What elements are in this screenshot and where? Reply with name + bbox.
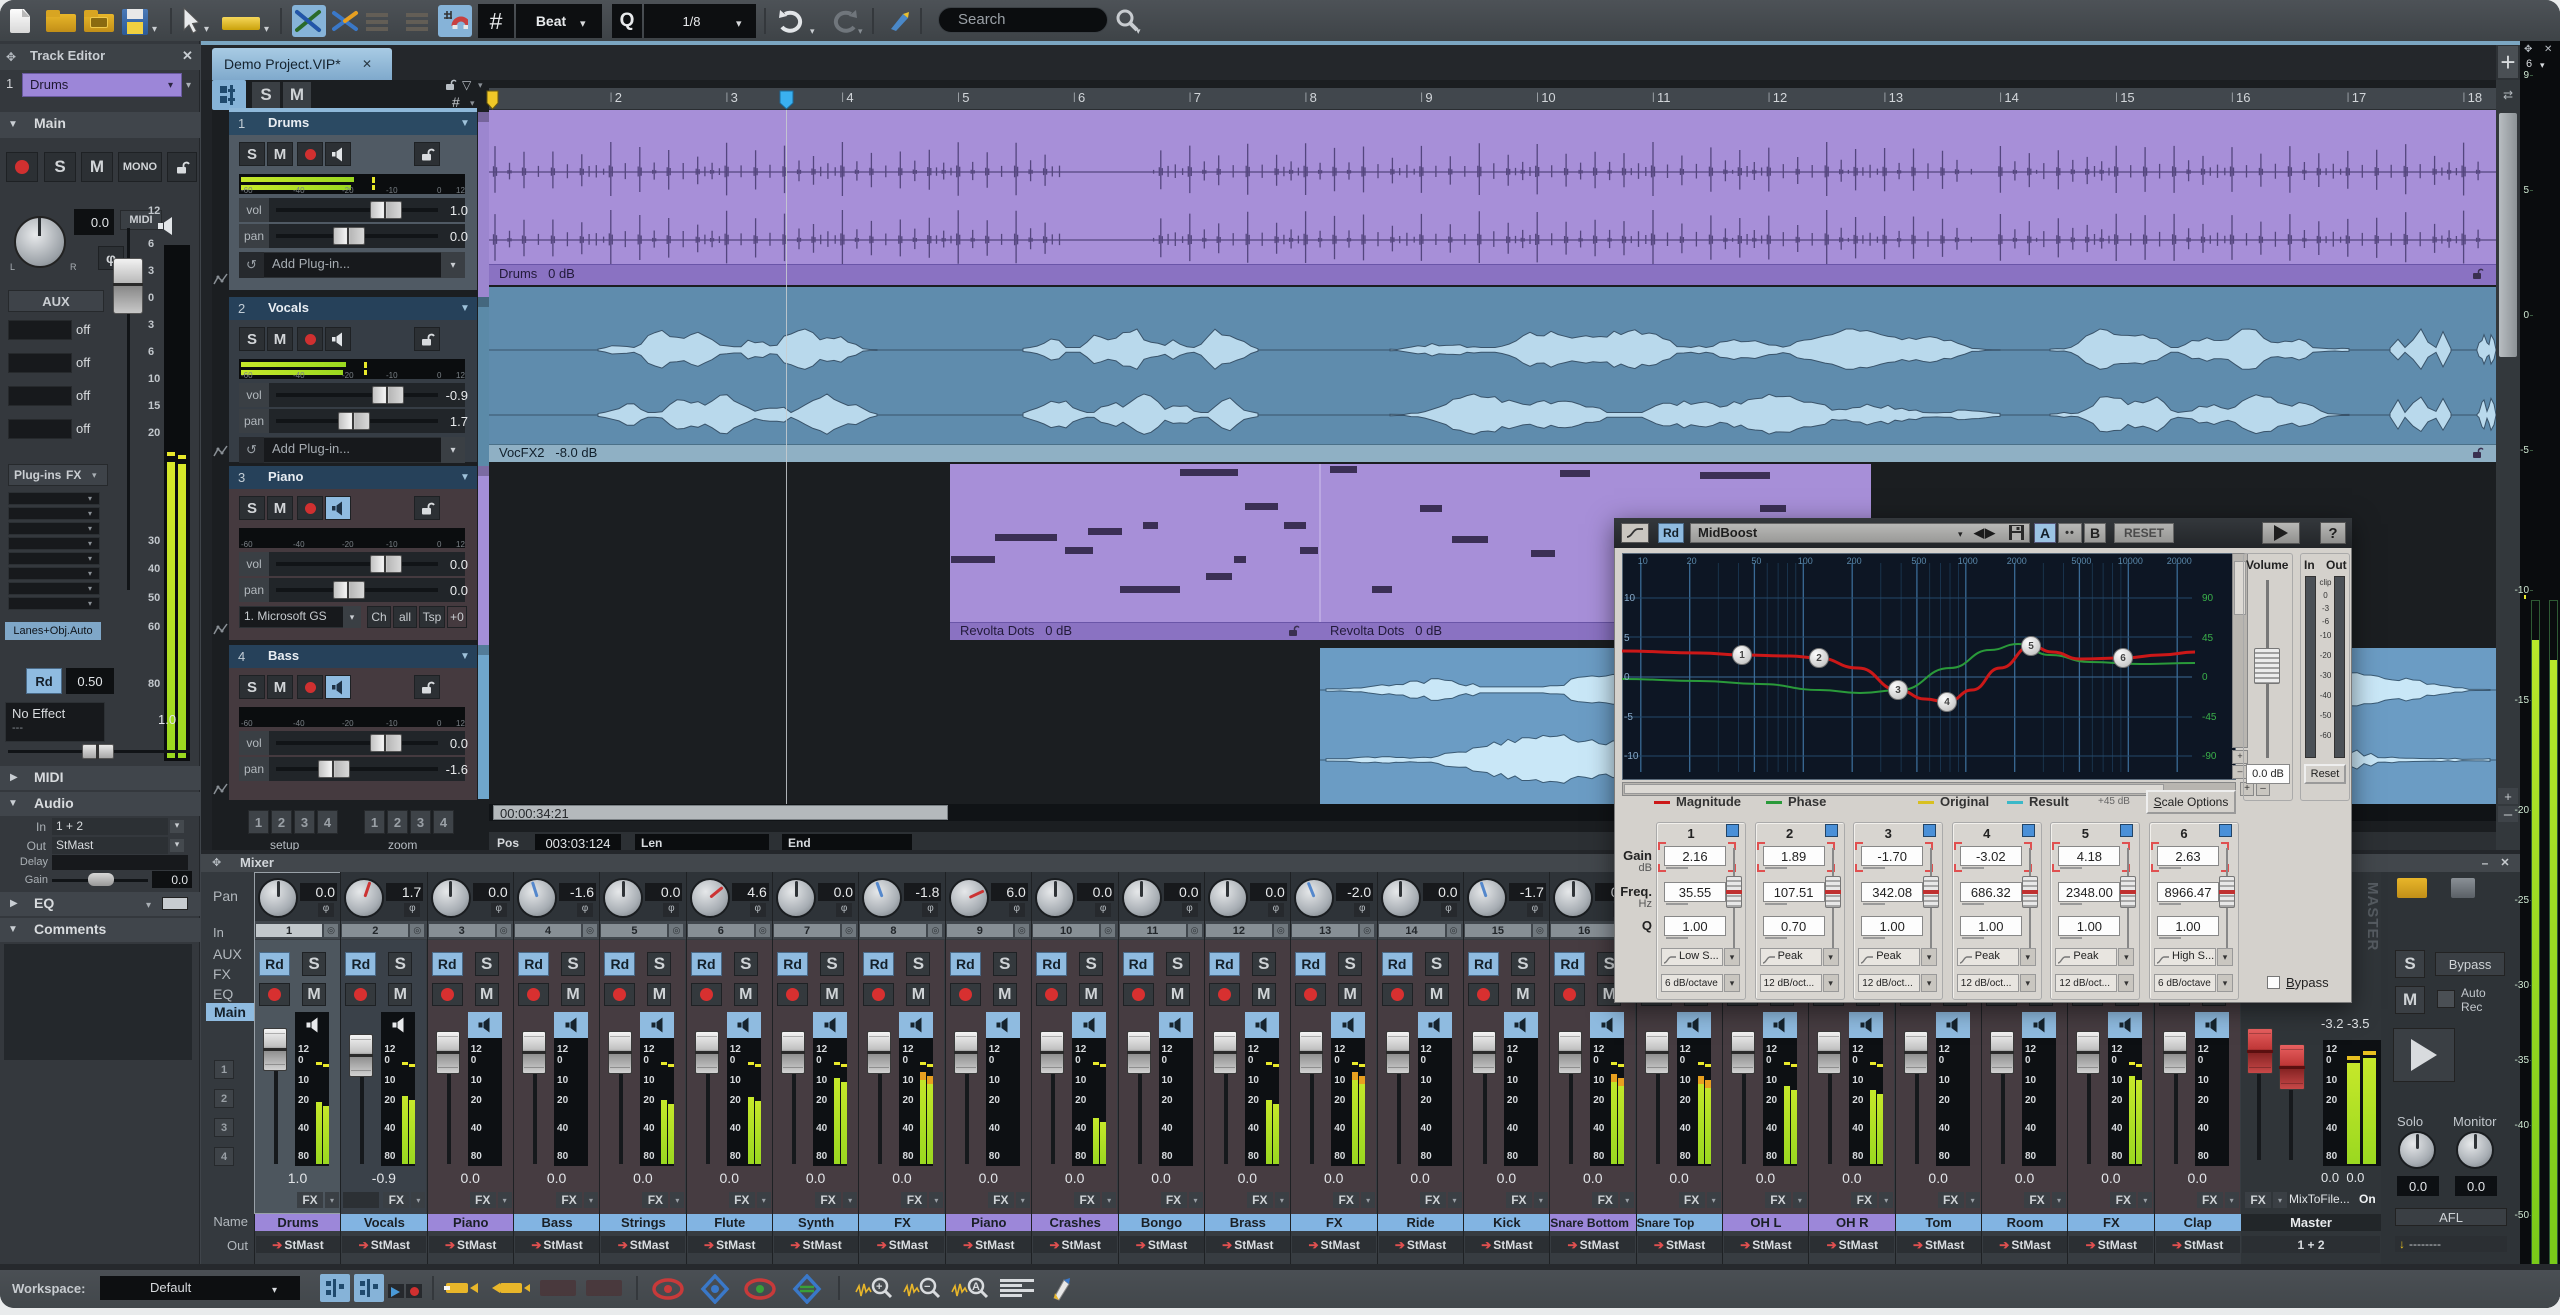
svg-text:A: A [972, 1281, 980, 1293]
svg-text:−: − [924, 1281, 930, 1293]
svg-text:+: + [876, 1281, 882, 1293]
